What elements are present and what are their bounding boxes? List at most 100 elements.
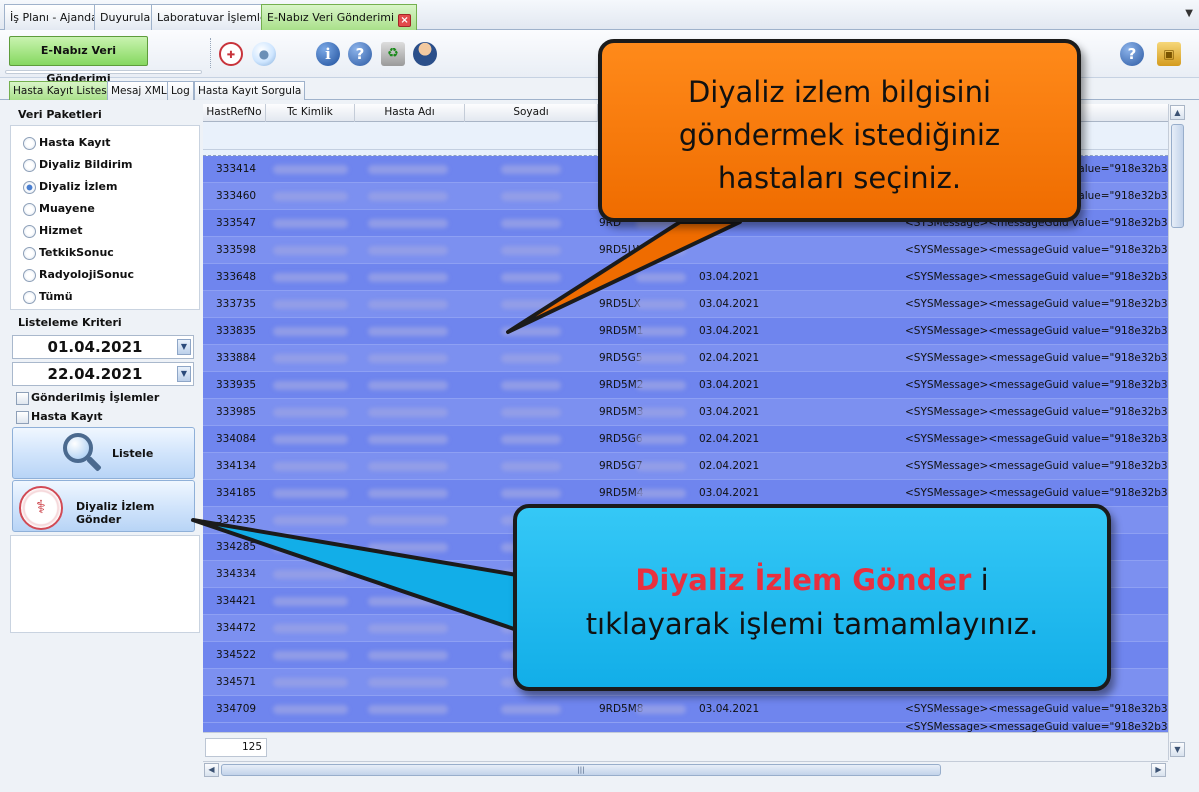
redacted-value: [273, 300, 348, 309]
redacted-value: [636, 300, 686, 309]
code-cell: 9RD: [599, 271, 622, 283]
tab-hasta-kayit-listesi[interactable]: Hasta Kayıt Listesi: [9, 81, 114, 100]
chevron-down-icon[interactable]: ▼: [1185, 8, 1193, 19]
redacted-value: [368, 543, 448, 552]
radio-tetkik-sonuc[interactable]: TetkikSonuc: [23, 244, 114, 262]
radio-diyaliz-izlem[interactable]: Diyaliz İzlem: [23, 178, 117, 196]
date-cell: 03.04.2021: [699, 379, 760, 391]
scroll-thumb[interactable]: |||: [221, 764, 941, 776]
recycle-bin-icon[interactable]: ♻: [381, 42, 405, 66]
date-from-field[interactable]: 01.04.2021 ▼: [12, 335, 194, 359]
scroll-thumb[interactable]: [1171, 124, 1184, 228]
redacted-value: [501, 489, 561, 498]
listele-button[interactable]: Listele: [12, 427, 195, 479]
module-button-enabiz[interactable]: E-Nabız Veri Gönderimi: [9, 36, 148, 85]
callout-suffix: i: [971, 563, 989, 597]
redacted-value: [636, 435, 686, 444]
tab-log[interactable]: Log: [167, 81, 194, 100]
redacted-value: [501, 246, 561, 255]
date-cell: 03.04.2021: [699, 487, 760, 499]
vertical-scrollbar[interactable]: ▲ ▼: [1168, 104, 1185, 760]
redacted-value: [501, 327, 561, 336]
redacted-value: [273, 408, 348, 417]
help-icon[interactable]: ?: [1120, 42, 1144, 66]
redacted-value: [273, 192, 348, 201]
radio-diyaliz-bildirim[interactable]: Diyaliz Bildirim: [23, 156, 133, 174]
date-cell: 03.04.2021: [699, 325, 760, 337]
redacted-value: [368, 246, 448, 255]
checkbox-gonderilmis-islemler[interactable]: Gönderilmiş İşlemler: [16, 390, 159, 406]
column-header-soyadi[interactable]: Soyadı: [465, 104, 598, 122]
info-icon[interactable]: i: [316, 42, 340, 66]
diyaliz-izlem-gonder-button[interactable]: ⚕ Diyaliz İzlem Gönder: [12, 480, 195, 532]
redacted-value: [636, 354, 686, 363]
redacted-value: [273, 516, 348, 525]
radio-hizmet[interactable]: Hizmet: [23, 222, 83, 240]
date-cell: 02.04.2021: [699, 352, 760, 364]
table-row-partial[interactable]: <SYSMessage><messageGuid value="918e32b3…: [203, 721, 1168, 732]
hastrefno-cell: 333935: [216, 379, 257, 391]
table-row[interactable]: 334084 9RD5G6 02.04.2021 <SYSMessage><messa…: [203, 426, 1168, 453]
hastrefno-cell: 334571: [216, 676, 257, 688]
redacted-value: [368, 678, 448, 687]
message-cell: <SYSMessage><messageGuid value="918e32b3…: [905, 433, 1168, 445]
tab-enabiz-veri-gonderimi[interactable]: E-Nabız Veri Gönderimi ×: [261, 4, 418, 30]
left-panel: Veri Paketleri Hasta Kayıt Diyaliz Bildi…: [8, 103, 201, 635]
scroll-down-icon[interactable]: ▼: [1170, 742, 1185, 757]
table-row[interactable]: 334185 9RD5M4 03.04.2021 <SYSMessage><messa…: [203, 480, 1168, 507]
redacted-value: [368, 489, 448, 498]
table-row[interactable]: 333648 9RD 03.04.2021 <SYSMessage><messageG…: [203, 264, 1168, 291]
scroll-right-icon[interactable]: ▶: [1151, 763, 1166, 777]
redacted-value: [368, 354, 448, 363]
redacted-value: [501, 300, 561, 309]
horizontal-scrollbar[interactable]: ◀ ||| ▶: [203, 761, 1168, 777]
message-cell: <SYSMessage><messageGuid value="918e32b3…: [905, 325, 1168, 337]
table-row[interactable]: 333835 9RD5M1 03.04.2021 <SYSMessage><messa…: [203, 318, 1168, 345]
hastrefno-cell: 333547: [216, 217, 257, 229]
column-header-hasta-adi[interactable]: Hasta Adı: [355, 104, 465, 122]
callout-line: göndermek istediğiniz: [678, 118, 1001, 152]
chevron-down-icon[interactable]: ▼: [177, 366, 191, 382]
lightbulb-icon[interactable]: ●: [252, 42, 276, 66]
column-header-hastrefno[interactable]: HastRefNo: [203, 104, 266, 122]
date-cell: 03.04.2021: [699, 298, 760, 310]
radio-hasta-kayit[interactable]: Hasta Kayıt: [23, 134, 111, 152]
radio-radyoloji-sonuc[interactable]: RadyolojiSonuc: [23, 266, 134, 284]
tab-hasta-kayit-sorgula[interactable]: Hasta Kayıt Sorgula: [194, 81, 306, 100]
scroll-up-icon[interactable]: ▲: [1170, 105, 1185, 120]
redacted-value: [501, 165, 561, 174]
hastrefno-cell: 334709: [216, 703, 257, 715]
user-icon[interactable]: [413, 42, 437, 66]
redacted-value: [368, 462, 448, 471]
tab-is-plani-ajanda[interactable]: İş Planı - Ajanda: [4, 4, 104, 30]
table-row[interactable]: 333884 9RD5G5 02.04.2021 <SYSMessage><messa…: [203, 345, 1168, 372]
column-header-tc-kimlik[interactable]: Tc Kimlik: [266, 104, 355, 122]
table-row[interactable]: 333935 9RD5M2 03.04.2021 <SYSMessage><messa…: [203, 372, 1168, 399]
tab-mesaj-xml[interactable]: Mesaj XML: [107, 81, 171, 100]
table-row[interactable]: 333735 9RD5LX 03.04.2021 <SYSMessage><messa…: [203, 291, 1168, 318]
radio-tumu[interactable]: Tümü: [23, 288, 73, 306]
scroll-left-icon[interactable]: ◀: [204, 763, 219, 777]
veri-paketleri-title: Veri Paketleri: [18, 108, 102, 121]
date-to-value: 22.04.2021: [47, 365, 143, 383]
redacted-value: [273, 570, 348, 579]
message-cell: <SYSMessage><messageGuid value="918e32b3…: [905, 271, 1168, 283]
lock-icon[interactable]: ▣: [1157, 42, 1181, 66]
ministry-logo-icon[interactable]: ✚: [219, 42, 243, 66]
chevron-down-icon[interactable]: ▼: [177, 339, 191, 355]
magnifier-handle: [86, 456, 102, 472]
checkbox-hasta-kayit-yapilmamislar[interactable]: Hasta Kayıt Yapılmammışlar: [16, 409, 201, 439]
table-row[interactable]: 334134 9RD5G7 02.04.2021 <SYSMessage><messa…: [203, 453, 1168, 480]
table-row[interactable]: 333598 9RD5LW <SYSMessage><messageGuid val…: [203, 237, 1168, 264]
radio-muayene[interactable]: Muayene: [23, 200, 95, 218]
hastrefno-cell: 334421: [216, 595, 257, 607]
redacted-value: [636, 489, 686, 498]
table-row[interactable]: 333985 9RD5M3 03.04.2021 <SYSMessage><messa…: [203, 399, 1168, 426]
date-to-field[interactable]: 22.04.2021 ▼: [12, 362, 194, 386]
redacted-value: [368, 597, 448, 606]
close-icon[interactable]: ×: [398, 14, 412, 27]
help-icon[interactable]: ?: [348, 42, 372, 66]
redacted-value: [273, 678, 348, 687]
redacted-value: [273, 219, 348, 228]
redacted-value: [636, 705, 686, 714]
